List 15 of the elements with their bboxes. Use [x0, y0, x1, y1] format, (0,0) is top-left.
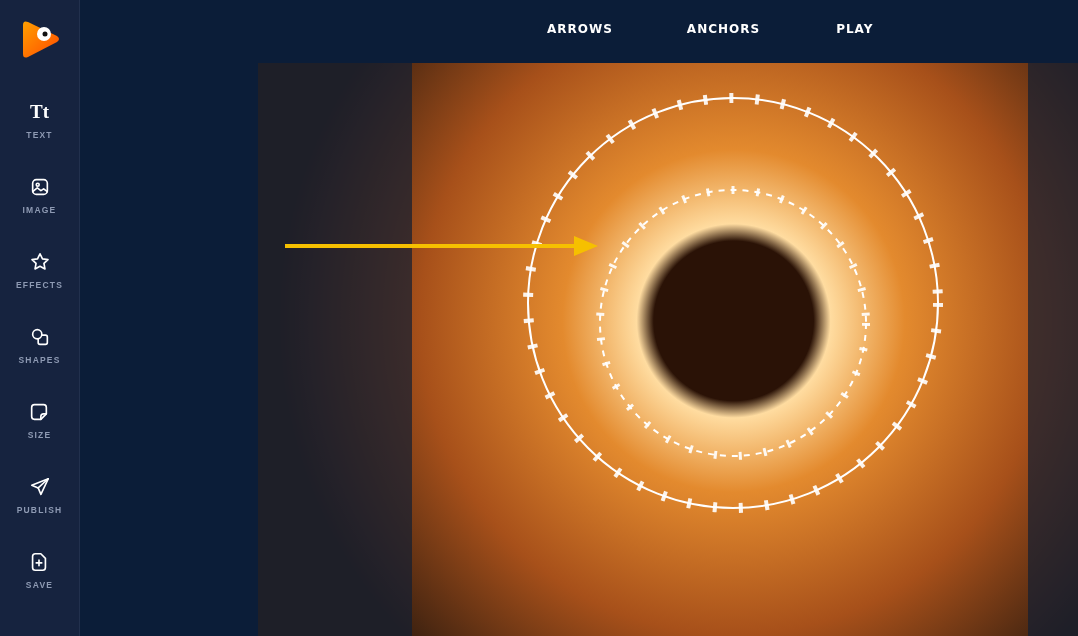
arrow[interactable]	[285, 236, 598, 256]
text-tool-button[interactable]: Tt TEXT	[26, 97, 53, 172]
paper-plane-icon	[28, 476, 51, 498]
text-icon: Tt	[30, 101, 49, 123]
publish-tool-button[interactable]: PUBLISH	[16, 472, 63, 547]
nav-link[interactable]: ARROWS	[547, 21, 613, 36]
ring-path-drawing[interactable]	[523, 93, 943, 513]
image-tool-button[interactable]: IMAGE	[22, 172, 57, 247]
star-icon	[28, 251, 51, 273]
nav-link[interactable]: PLAY	[836, 21, 874, 36]
size-tool-button[interactable]: SIZE	[27, 397, 52, 472]
shapes-tool-button[interactable]: SHAPES	[18, 322, 61, 397]
nav-link[interactable]: ANCHORS	[686, 21, 761, 36]
effects-tool-button[interactable]: EFFECTS	[15, 247, 64, 322]
save-tool-button[interactable]: SAVE	[25, 547, 54, 622]
